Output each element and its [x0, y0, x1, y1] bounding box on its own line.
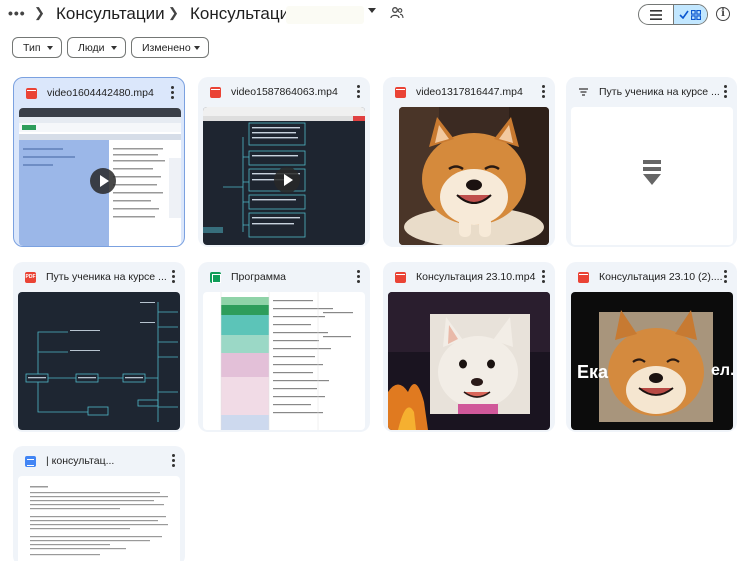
shiba-dog-image — [399, 107, 549, 245]
info-icon[interactable]: i — [716, 7, 730, 21]
document-file-icon — [25, 456, 36, 467]
dropdown-arrow-icon — [194, 46, 200, 50]
shiba-meme-video-frame — [571, 292, 733, 430]
file-card[interactable]: Путь ученика на курсе ... — [566, 77, 737, 247]
more-options-icon[interactable] — [541, 270, 545, 283]
filter-type-chip[interactable]: Тип — [12, 37, 62, 58]
list-icon — [649, 9, 662, 20]
file-card[interactable]: Консультация 23.10.mp4 — [383, 262, 555, 432]
list-view-button[interactable] — [639, 5, 673, 24]
filter-modified-chip[interactable]: Изменено — [131, 37, 209, 58]
more-options-icon[interactable] — [723, 270, 727, 283]
document-preview — [18, 476, 180, 561]
video-overlay-text-right: ел.. — [711, 362, 733, 379]
file-card[interactable]: | консультац... — [13, 446, 185, 561]
file-card[interactable]: video1604442480.mp4 — [13, 77, 185, 247]
chevron-right-icon: ❯ — [34, 5, 45, 20]
file-name: Консультация 23.10.mp4 — [416, 271, 536, 283]
chevron-right-icon: ❯ — [168, 5, 179, 20]
more-options-icon[interactable] — [723, 85, 727, 98]
video-thumbnail: Ека ел.. — [571, 292, 733, 430]
file-card[interactable]: Программа — [198, 262, 370, 432]
filter-people-chip[interactable]: Люди — [67, 37, 126, 58]
filter-funnel-icon — [579, 88, 588, 96]
filter-people-label: Люди — [78, 41, 105, 54]
video-file-icon — [578, 272, 589, 283]
file-card[interactable]: Консультация 23.10 (2).... Ека ел.. — [566, 262, 737, 432]
file-thumbnail — [571, 107, 733, 245]
file-name: video1604442480.mp4 — [47, 87, 154, 99]
more-options-icon[interactable] — [170, 86, 174, 99]
redacted-area — [286, 6, 364, 24]
view-toggle — [638, 4, 708, 25]
dropdown-arrow-icon — [47, 46, 53, 50]
spreadsheet-file-icon — [210, 272, 221, 283]
video-file-icon — [210, 87, 221, 98]
video-file-icon — [26, 88, 37, 99]
spreadsheet-preview — [203, 292, 365, 430]
mindmap-pdf-preview — [18, 292, 180, 430]
file-name: | консультац... — [46, 455, 115, 467]
grid-view-button[interactable] — [672, 5, 707, 24]
generic-file-icon — [643, 160, 661, 185]
video-thumbnail — [19, 108, 181, 246]
grid-icon — [691, 9, 702, 20]
video-thumbnail — [399, 107, 549, 245]
more-path-button[interactable]: ••• — [8, 5, 26, 21]
document-thumbnail — [18, 476, 180, 561]
more-options-icon[interactable] — [356, 270, 360, 283]
file-name: video1587864063.mp4 — [231, 86, 338, 98]
file-card[interactable]: video1317816447.mp4 — [383, 77, 555, 247]
video-file-icon — [395, 87, 406, 98]
more-options-icon[interactable] — [171, 454, 175, 467]
more-options-icon[interactable] — [171, 270, 175, 283]
spreadsheet-thumbnail — [203, 292, 365, 430]
chihuahua-video-frame — [388, 292, 550, 430]
video-thumbnail — [388, 292, 550, 430]
file-name: Путь ученика на курсе ... — [46, 271, 167, 283]
file-name: Программа — [231, 271, 287, 283]
video-thumbnail — [203, 107, 365, 245]
video-file-icon — [395, 272, 406, 283]
filter-type-label: Тип — [23, 41, 41, 54]
check-icon — [679, 10, 690, 19]
more-options-icon[interactable] — [541, 85, 545, 98]
file-card[interactable]: video1587864063.mp4 — [198, 77, 370, 247]
breadcrumb-parent[interactable]: Консультации — [56, 4, 165, 24]
top-bar: ••• ❯ Консультации ❯ Консультация i — [0, 0, 750, 30]
pdf-thumbnail — [18, 292, 180, 430]
video-overlay-text: Ека — [577, 362, 609, 382]
more-options-icon[interactable] — [356, 85, 360, 98]
file-name: video1317816447.mp4 — [416, 86, 523, 98]
shared-people-icon[interactable] — [390, 6, 404, 20]
file-card[interactable]: PDF Путь ученика на курсе ... — [13, 262, 185, 432]
filter-modified-label: Изменено — [142, 41, 191, 54]
folder-menu-caret-icon[interactable] — [368, 8, 376, 13]
dropdown-arrow-icon — [111, 46, 117, 50]
file-name: Консультация 23.10 (2).... — [599, 271, 723, 283]
breadcrumb-current[interactable]: Консультация — [190, 4, 298, 24]
file-name: Путь ученика на курсе ... — [599, 86, 720, 98]
pdf-file-icon: PDF — [25, 272, 36, 283]
